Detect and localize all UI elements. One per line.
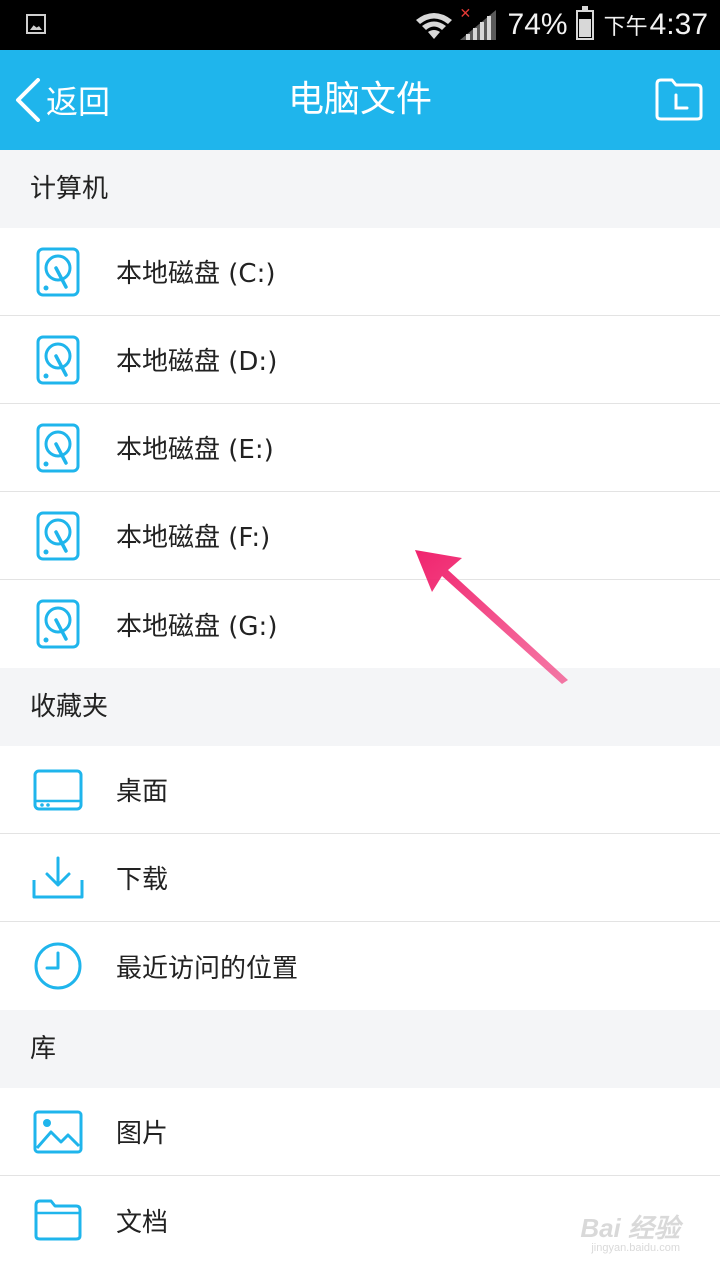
back-button[interactable]: 返回 xyxy=(14,74,110,126)
status-right: ✕ 74% 下午 4:37 xyxy=(414,0,708,50)
download-icon xyxy=(28,848,88,908)
clock-icon xyxy=(28,936,88,996)
watermark-url: jingyan.baidu.com xyxy=(591,1242,680,1254)
image-icon xyxy=(28,1102,88,1162)
disk-icon xyxy=(28,594,88,654)
list-item-disk-e[interactable]: 本地磁盘 (E:) xyxy=(0,404,720,492)
disk-icon xyxy=(28,506,88,566)
app-header: 电脑文件 返回 xyxy=(0,50,720,150)
list-item-disk-g[interactable]: 本地磁盘 (G:) xyxy=(0,580,720,668)
list-item-disk-c[interactable]: 本地磁盘 (C:) xyxy=(0,228,720,316)
disk-icon xyxy=(28,330,88,390)
section-header-favorites: 收藏夹 xyxy=(0,668,720,746)
time-prefix: 下午 xyxy=(603,15,648,40)
recent-folder-button[interactable] xyxy=(654,76,704,122)
signal-icon: ✕ xyxy=(459,6,496,40)
status-bar: ✕ 74% 下午 4:37 xyxy=(0,0,720,50)
wifi-icon xyxy=(414,10,454,40)
list-item-label: 本地磁盘 (E:) xyxy=(116,435,274,465)
disk-icon xyxy=(28,418,88,478)
list-item-disk-d[interactable]: 本地磁盘 (D:) xyxy=(0,316,720,404)
disk-icon xyxy=(28,242,88,302)
clock-time: 4:37 xyxy=(649,8,708,41)
list-item-pictures[interactable]: 图片 xyxy=(0,1088,720,1176)
folder-icon xyxy=(28,1190,88,1250)
list-item-download[interactable]: 下载 xyxy=(0,834,720,922)
section-header-computer: 计算机 xyxy=(0,150,720,228)
list-item-label: 本地磁盘 (C:) xyxy=(116,259,276,289)
list-item-disk-f[interactable]: 本地磁盘 (F:) xyxy=(0,492,720,580)
list-item-label: 本地磁盘 (D:) xyxy=(116,347,278,377)
list-item-recent-locations[interactable]: 最近访问的位置 xyxy=(0,922,720,1010)
no-signal-x-icon: ✕ xyxy=(459,6,472,22)
list-item-label: 本地磁盘 (G:) xyxy=(116,611,278,642)
section-header-library: 库 xyxy=(0,1010,720,1088)
list-item-desktop[interactable]: 桌面 xyxy=(0,746,720,834)
list-item-label: 下载 xyxy=(116,865,169,895)
watermark-text: Bai 经验 xyxy=(580,1213,680,1243)
list-item-label: 本地磁盘 (F:) xyxy=(116,523,271,553)
watermark: Bai 经验 jingyan.baidu.com xyxy=(540,1200,680,1260)
chevron-left-icon xyxy=(14,78,42,122)
list-item-label: 最近访问的位置 xyxy=(116,953,299,984)
image-notification-icon xyxy=(26,14,46,34)
list-item-label: 图片 xyxy=(116,1119,169,1149)
list-item-label: 文档 xyxy=(116,1207,169,1238)
battery-percent: 74% xyxy=(507,8,568,41)
desktop-icon xyxy=(28,760,88,820)
list-item-label: 桌面 xyxy=(116,777,169,807)
battery-icon xyxy=(575,6,594,40)
folder-clock-icon xyxy=(655,78,703,121)
back-label: 返回 xyxy=(46,83,111,121)
